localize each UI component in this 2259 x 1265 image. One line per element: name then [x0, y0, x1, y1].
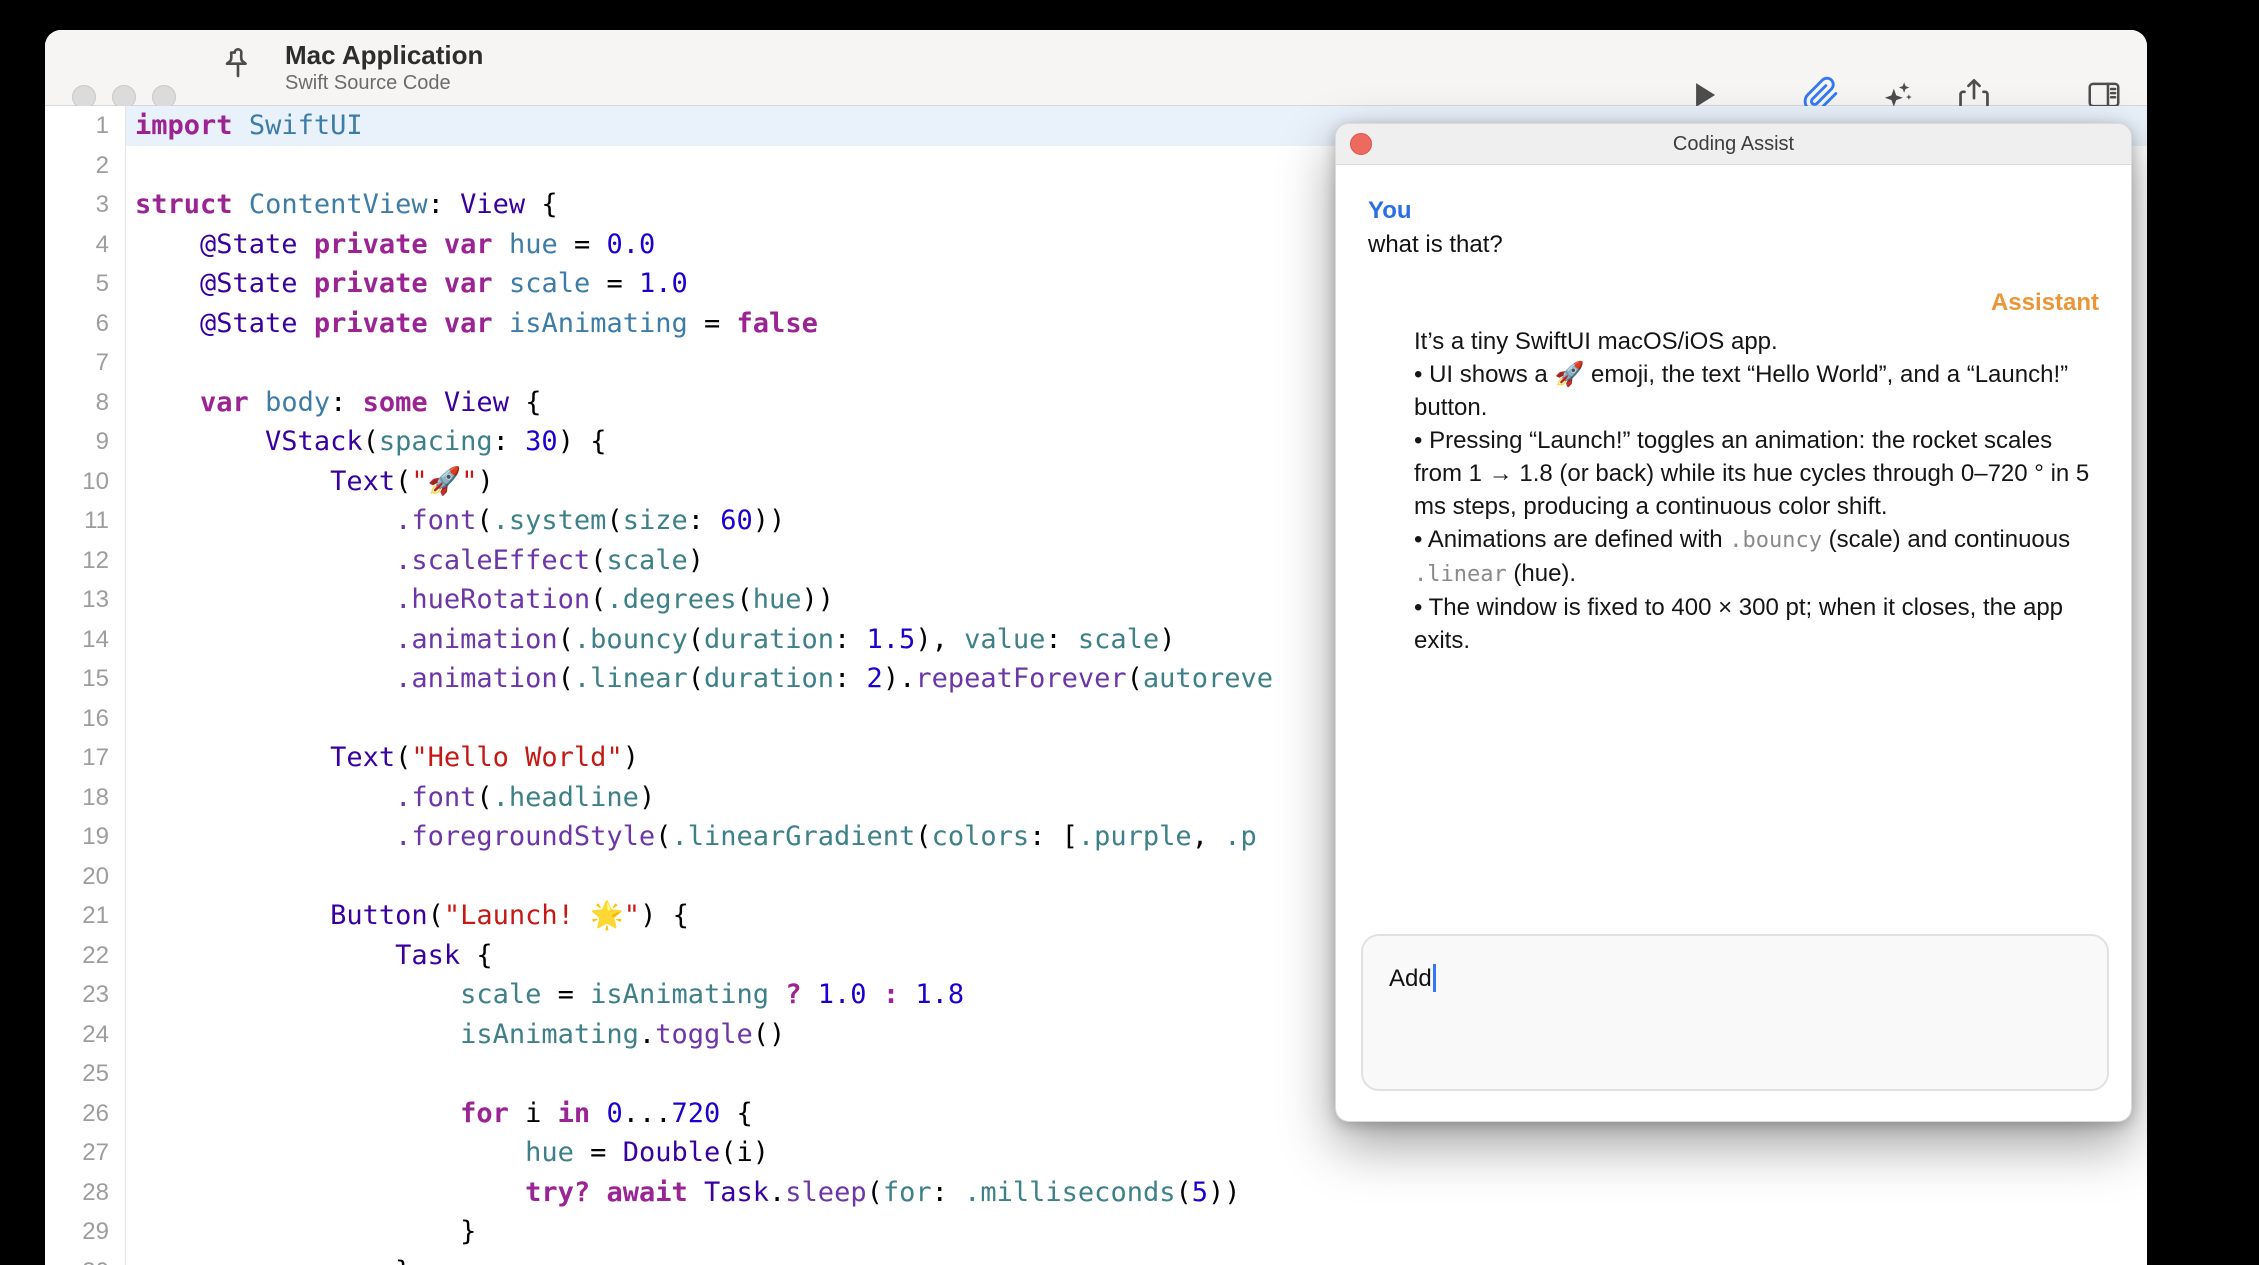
code-line-content[interactable]: hue = Double(i) — [125, 1133, 2147, 1173]
line-number: 21 — [45, 896, 125, 936]
assistant-message-paragraph: • UI shows a 🚀 emoji, the text “Hello Wo… — [1414, 358, 2099, 424]
assistant-message-paragraph: • Animations are defined with .bouncy (s… — [1414, 523, 2099, 591]
code-line: 29 } — [45, 1212, 2147, 1252]
window-titlebar[interactable]: Mac Application Swift Source Code — [45, 30, 2147, 106]
line-number: 12 — [45, 541, 125, 581]
chat-input-value: Add — [1389, 965, 1432, 992]
line-number: 9 — [45, 422, 125, 462]
gutter-separator — [125, 106, 126, 1265]
code-line: 30 } — [45, 1252, 2147, 1265]
window-title: Mac Application — [285, 40, 483, 70]
panel-titlebar[interactable]: Coding Assist — [1336, 124, 2131, 165]
line-number: 7 — [45, 343, 125, 383]
line-number: 18 — [45, 778, 125, 818]
line-number: 26 — [45, 1094, 125, 1134]
line-number: 28 — [45, 1173, 125, 1213]
assistant-message-paragraph: • The window is fixed to 400 × 300 pt; w… — [1414, 591, 2099, 657]
line-number: 19 — [45, 817, 125, 857]
line-number: 6 — [45, 304, 125, 344]
you-label: You — [1368, 197, 2099, 225]
line-number: 27 — [45, 1133, 125, 1173]
pin-icon[interactable] — [217, 47, 259, 89]
code-line-content[interactable]: } — [125, 1252, 2147, 1265]
panel-title: Coding Assist — [1336, 124, 2131, 164]
line-number: 10 — [45, 462, 125, 502]
assistant-label: Assistant — [1368, 289, 2099, 317]
window-subtitle: Swift Source Code — [285, 70, 483, 96]
line-number: 23 — [45, 975, 125, 1015]
line-number: 29 — [45, 1212, 125, 1252]
line-number: 2 — [45, 146, 125, 186]
screen: Mac Application Swift Source Code — [0, 0, 2259, 1265]
line-number: 25 — [45, 1054, 125, 1094]
line-number: 11 — [45, 501, 125, 541]
line-number: 17 — [45, 738, 125, 778]
panel-close-button[interactable] — [1350, 133, 1372, 155]
user-message: what is that? — [1368, 231, 2099, 259]
coding-assist-panel: Coding Assist You what is that? Assistan… — [1335, 123, 2132, 1122]
line-number: 13 — [45, 580, 125, 620]
code-line: 27 hue = Double(i) — [45, 1133, 2147, 1173]
chat-transcript: You what is that? Assistant It’s a tiny … — [1336, 197, 2131, 657]
line-number: 24 — [45, 1015, 125, 1055]
code-line: 28 try? await Task.sleep(for: .milliseco… — [45, 1173, 2147, 1213]
assistant-message-paragraph: It’s a tiny SwiftUI macOS/iOS app. — [1414, 325, 2099, 358]
line-number: 30 — [45, 1252, 125, 1265]
line-number: 5 — [45, 264, 125, 304]
line-number: 14 — [45, 620, 125, 660]
line-number: 8 — [45, 383, 125, 423]
window-title-block: Mac Application Swift Source Code — [285, 40, 483, 96]
chat-input[interactable]: Add — [1361, 934, 2109, 1091]
text-caret — [1433, 964, 1436, 992]
line-number: 3 — [45, 185, 125, 225]
assistant-message: It’s a tiny SwiftUI macOS/iOS app.• UI s… — [1414, 325, 2099, 657]
line-number: 15 — [45, 659, 125, 699]
code-line-content[interactable]: } — [125, 1212, 2147, 1252]
line-number: 4 — [45, 225, 125, 265]
line-number: 1 — [45, 106, 125, 146]
code-line-content[interactable]: try? await Task.sleep(for: .milliseconds… — [125, 1173, 2147, 1213]
line-number: 22 — [45, 936, 125, 976]
line-number: 16 — [45, 699, 125, 739]
line-number: 20 — [45, 857, 125, 897]
assistant-message-paragraph: • Pressing “Launch!” toggles an animatio… — [1414, 424, 2099, 523]
